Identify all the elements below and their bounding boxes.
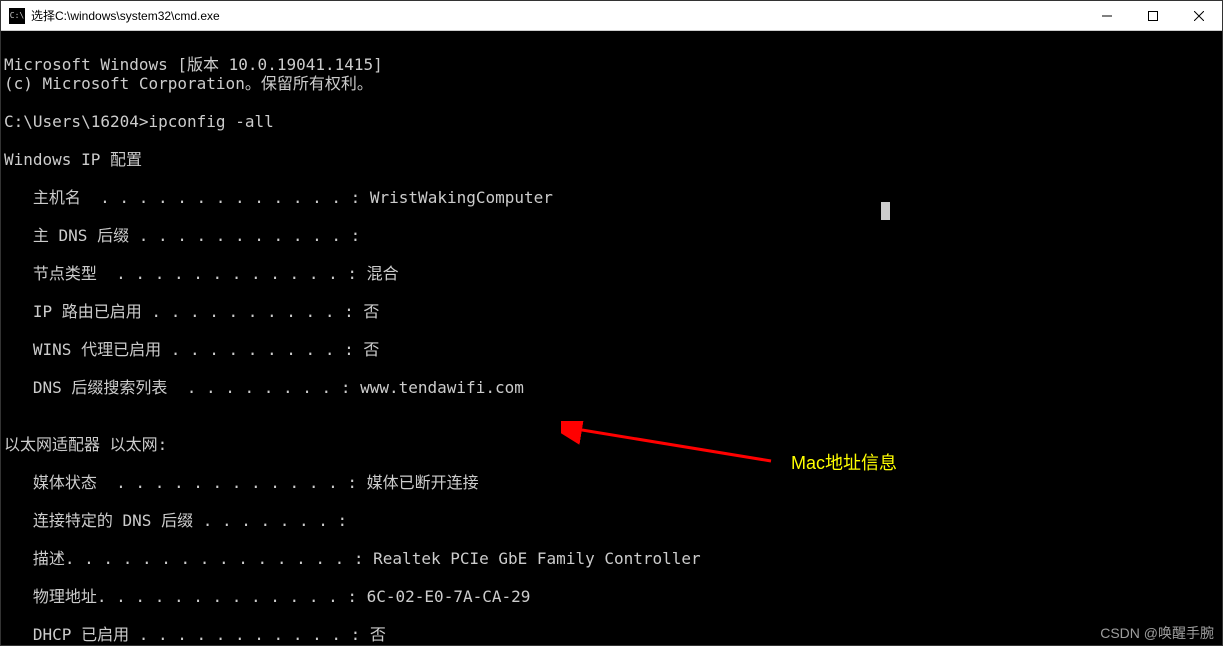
dns-suffix-list-row: DNS 后缀搜索列表 . . . . . . . . : www.tendawi… bbox=[4, 378, 1219, 397]
prompt-path: C:\Users\16204> bbox=[4, 112, 149, 131]
ip-routing-row: IP 路由已启用 . . . . . . . . . . : 否 bbox=[4, 302, 1219, 321]
adapter-ethernet-title: 以太网适配器 以太网: bbox=[4, 435, 167, 454]
node-type-row: 节点类型 . . . . . . . . . . . . : 混合 bbox=[4, 264, 1219, 283]
close-button[interactable] bbox=[1176, 1, 1222, 30]
physical-address-row: 物理地址. . . . . . . . . . . . . : 6C-02-E0… bbox=[4, 587, 1219, 606]
prompt-line: C:\Users\16204>ipconfig -all bbox=[4, 112, 274, 131]
copyright-line: (c) Microsoft Corporation。保留所有权利。 bbox=[4, 74, 373, 93]
maximize-button[interactable] bbox=[1130, 1, 1176, 30]
os-version-line: Microsoft Windows [版本 10.0.19041.1415] bbox=[4, 55, 383, 74]
titlebar[interactable]: C:\ 选择C:\windows\system32\cmd.exe bbox=[1, 1, 1222, 31]
text-cursor bbox=[881, 202, 890, 220]
ipconfig-title: Windows IP 配置 bbox=[4, 150, 142, 169]
wins-proxy-row: WINS 代理已启用 . . . . . . . . . : 否 bbox=[4, 340, 1219, 359]
cmd-icon: C:\ bbox=[9, 8, 25, 24]
window-controls bbox=[1084, 1, 1222, 30]
terminal-output[interactable]: Microsoft Windows [版本 10.0.19041.1415] (… bbox=[2, 32, 1221, 644]
description-row: 描述. . . . . . . . . . . . . . . : Realte… bbox=[4, 549, 1219, 568]
window-title: 选择C:\windows\system32\cmd.exe bbox=[31, 7, 1084, 24]
minimize-button[interactable] bbox=[1084, 1, 1130, 30]
host-name-row: 主机名 . . . . . . . . . . . . . : WristWak… bbox=[4, 188, 1219, 207]
prompt-command: ipconfig -all bbox=[149, 112, 274, 131]
primary-dns-row: 主 DNS 后缀 . . . . . . . . . . . : bbox=[4, 226, 1219, 245]
cmd-window: C:\ 选择C:\windows\system32\cmd.exe Micros… bbox=[0, 0, 1223, 646]
media-state-row: 媒体状态 . . . . . . . . . . . . : 媒体已断开连接 bbox=[4, 473, 1219, 492]
conn-dns-suffix-row: 连接特定的 DNS 后缀 . . . . . . . : bbox=[4, 511, 1219, 530]
dhcp-enabled-row: DHCP 已启用 . . . . . . . . . . . : 否 bbox=[4, 625, 1219, 644]
